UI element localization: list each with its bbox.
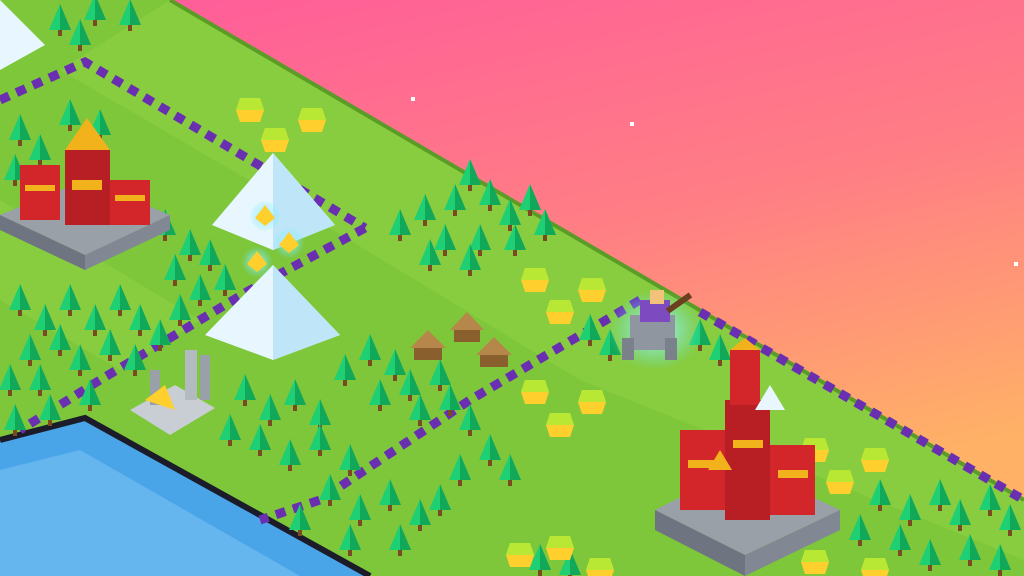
fruit-icon[interactable] [546,413,574,437]
fruit-icon[interactable] [521,268,549,292]
elephant-rider-unit[interactable] [607,290,703,370]
fruit-icon[interactable] [546,536,574,560]
game-viewport[interactable] [0,0,1024,576]
fruit-icon[interactable] [506,543,534,567]
map-scene[interactable] [0,0,1024,576]
fruit-icon[interactable] [298,108,326,132]
fruit-icon[interactable] [521,380,549,404]
fruit-icon[interactable] [861,558,889,576]
fruit-icon[interactable] [801,550,829,574]
fruit-icon[interactable] [578,278,606,302]
fruit-icon[interactable] [861,448,889,472]
fruit-icon[interactable] [546,300,574,324]
fruit-icon[interactable] [261,128,289,152]
fruit-icon[interactable] [236,98,264,122]
fruit-icon[interactable] [578,390,606,414]
fruit-icon[interactable] [586,558,614,576]
fruit-icon[interactable] [826,470,854,494]
